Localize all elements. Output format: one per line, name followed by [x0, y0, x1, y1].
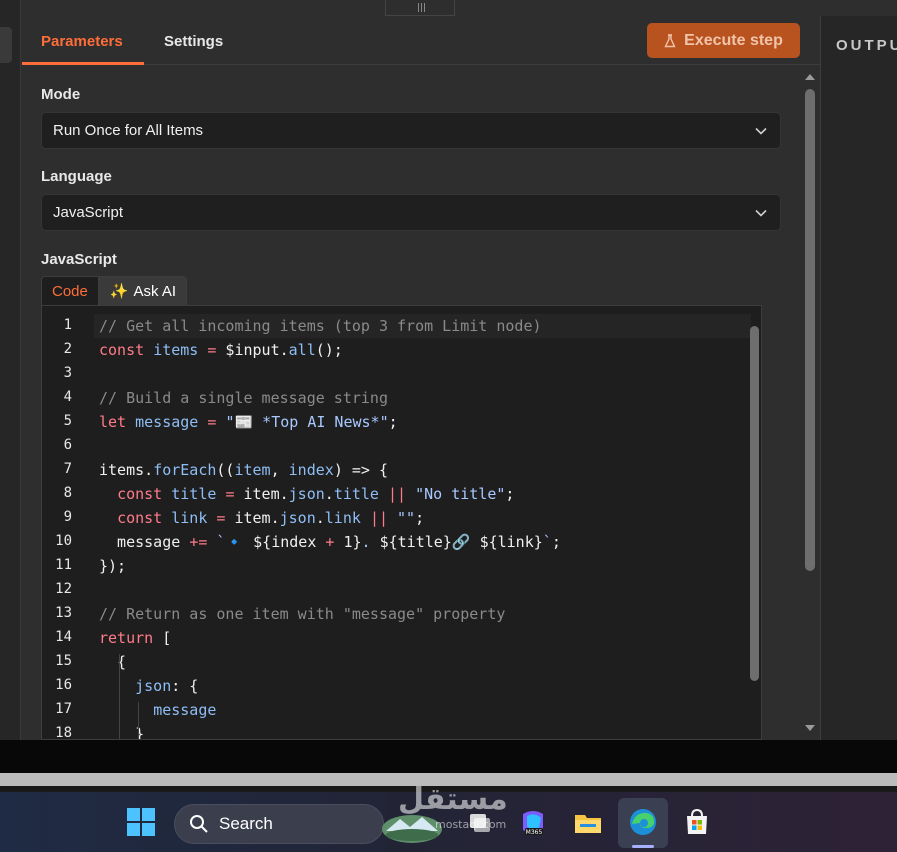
taskbar-search-box[interactable]: Search: [174, 804, 442, 844]
line-number: 4: [63, 389, 72, 405]
line-number: 9: [63, 509, 72, 525]
chevron-down-icon: [755, 127, 767, 135]
scroll-up-arrow-icon[interactable]: [805, 74, 815, 80]
output-panel: OUTPUT: [821, 16, 897, 740]
indent-guide: [119, 654, 120, 739]
line-number: 3: [63, 365, 72, 381]
panel-resize-handle[interactable]: [385, 0, 455, 16]
scroll-down-arrow-icon[interactable]: [805, 725, 815, 731]
code-line[interactable]: let message = "📰 *Top AI News*";: [99, 410, 398, 434]
execute-step-label: Execute step: [684, 31, 783, 49]
flask-icon: [664, 33, 676, 47]
file-explorer-icon[interactable]: [572, 806, 604, 838]
execute-step-button[interactable]: Execute step: [647, 23, 800, 58]
line-number: 13: [55, 605, 72, 621]
mode-select-value: Run Once for All Items: [53, 122, 204, 139]
code-line[interactable]: message: [99, 698, 216, 722]
line-number: 15: [55, 653, 72, 669]
language-select[interactable]: JavaScript: [41, 194, 781, 231]
n8n-node-editor-window: Parameters Settings Execute step Mode Ru…: [0, 0, 897, 852]
code-line[interactable]: items.forEach((item, index) => {: [99, 458, 388, 482]
code-line[interactable]: const title = item.json.title || "No tit…: [99, 482, 514, 506]
microsoft-365-icon[interactable]: M365: [517, 806, 549, 838]
line-number: 10: [55, 533, 72, 549]
line-number: 12: [55, 581, 72, 597]
code-line[interactable]: message += `🔹 ${index + 1}. ${title}🔗 ${…: [99, 530, 561, 554]
active-tab-indicator: [22, 62, 144, 65]
code-line[interactable]: });: [99, 554, 126, 578]
code-line[interactable]: json: {: [99, 674, 198, 698]
code-editor[interactable]: 1 2 3 4 5 6 7 8 9 10 11 12 13 14 15 16 17 18 // Get all i…: [41, 305, 762, 740]
watermark-text: مستقل: [398, 782, 508, 817]
line-number-gutter: 1 2 3 4 5 6 7 8 9 10 11 12 13 14 15 16 17 18: [42, 306, 94, 739]
parameters-panel: Parameters Settings Execute step Mode Ru…: [22, 16, 820, 740]
tab-parameters[interactable]: Parameters: [41, 33, 123, 50]
microsoft-store-icon[interactable]: [681, 806, 713, 838]
code-line[interactable]: // Return as one item with "message" pro…: [99, 602, 505, 626]
left-panel-tab-fragment[interactable]: [0, 27, 12, 63]
output-panel-title: OUTPUT: [836, 37, 897, 54]
search-label: Search: [219, 814, 273, 833]
line-number: 1: [63, 317, 72, 333]
mostaql-watermark: مستقل mostaql.com: [380, 782, 508, 844]
svg-text:M365: M365: [526, 829, 543, 836]
line-number: 8: [63, 485, 72, 501]
active-app-indicator: [632, 845, 654, 848]
sparkles-icon: ✨: [109, 283, 129, 300]
line-number: 16: [55, 677, 72, 693]
chevron-down-icon: [755, 209, 767, 217]
line-number: 14: [55, 629, 72, 645]
mode-label: Mode: [41, 86, 81, 103]
watermark-subtext: mostaql.com: [435, 818, 507, 831]
tab-code-label: Code: [52, 282, 88, 300]
tab-ask-ai[interactable]: ✨ Ask AI: [98, 276, 188, 305]
code-line[interactable]: // Get all incoming items (top 3 from Li…: [94, 314, 751, 338]
line-number: 2: [63, 341, 72, 357]
windows-start-icon[interactable]: [125, 806, 157, 838]
drag-grip-icon: [418, 3, 425, 12]
line-number: 11: [55, 557, 72, 573]
line-number: 7: [63, 461, 72, 477]
canvas-bottom-bar: [0, 740, 897, 773]
language-label: Language: [41, 168, 112, 185]
language-select-value: JavaScript: [53, 204, 124, 221]
search-icon: [190, 815, 208, 833]
code-line[interactable]: return [: [99, 626, 171, 650]
line-number: 17: [55, 701, 72, 717]
line-number: 5: [63, 413, 72, 429]
left-panel-edge: [0, 0, 21, 740]
edge-browser-icon[interactable]: [627, 806, 659, 838]
code-line[interactable]: {: [99, 650, 126, 674]
editor-scrollbar[interactable]: [750, 326, 759, 681]
panel-scrollbar[interactable]: [805, 89, 815, 571]
code-line[interactable]: // Build a single message string: [99, 386, 388, 410]
tab-ask-ai-label: Ask AI: [133, 282, 177, 300]
panel-tabs: Parameters Settings Execute step: [22, 16, 820, 65]
code-editor-tabs: Code ✨ Ask AI: [41, 276, 188, 305]
line-number: 18: [55, 725, 72, 740]
line-number: 6: [63, 437, 72, 453]
tab-settings[interactable]: Settings: [164, 33, 223, 50]
code-line[interactable]: const link = item.json.link || "";: [99, 506, 424, 530]
indent-guide: [138, 702, 139, 739]
tab-code[interactable]: Code: [41, 276, 99, 305]
mode-select[interactable]: Run Once for All Items: [41, 112, 781, 149]
code-section-label: JavaScript: [41, 251, 117, 268]
code-line[interactable]: const items = $input.all();: [99, 338, 343, 362]
